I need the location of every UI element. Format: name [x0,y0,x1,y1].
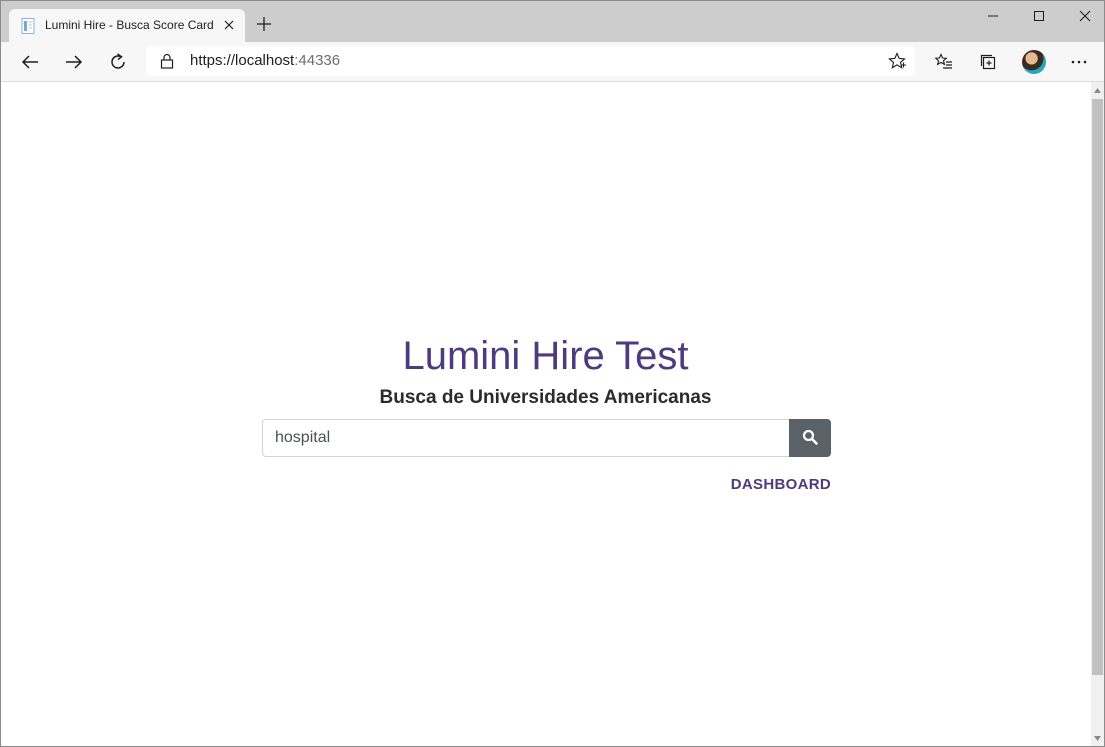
search-input[interactable] [262,419,790,457]
browser-tab[interactable]: Lumini Hire - Busca Score Card [9,9,245,42]
page-content: Lumini Hire Test Busca de Universidades … [1,82,1090,746]
url-port: :44336 [294,52,341,69]
page-title: Lumini Hire Test [402,334,689,378]
back-arrow-icon[interactable] [16,48,44,76]
plus-icon[interactable] [253,13,275,35]
maximize-icon[interactable] [1016,1,1062,31]
document-icon [21,18,35,34]
url-text[interactable]: https://localhost:44336 [190,52,340,69]
close-icon[interactable] [1062,1,1104,31]
dashboard-link[interactable]: DASHBOARD [727,476,831,493]
tab-strip: Lumini Hire - Busca Score Card [1,1,1104,42]
search-button[interactable] [789,419,831,457]
refresh-icon[interactable] [104,48,132,76]
star-icon[interactable] [887,51,907,71]
search-group [262,419,831,457]
favorites-icon[interactable] [930,48,958,76]
url-host: https://localhost [190,52,295,69]
browser-toolbar: https://localhost:44336 [1,42,1104,82]
browser-window: Lumini Hire - Busca Score Card https://l… [0,0,1105,747]
minimize-icon[interactable] [970,1,1016,31]
collections-icon[interactable] [974,48,1002,76]
avatar[interactable] [1022,50,1046,74]
address-bar[interactable]: https://localhost:44336 [146,46,915,76]
more-icon[interactable] [1065,48,1093,76]
scroll-up-arrow-icon[interactable] [1091,82,1104,98]
scrollbar-thumb[interactable] [1092,99,1103,675]
forward-arrow-icon[interactable] [60,48,88,76]
tab-title: Lumini Hire - Busca Score Card [45,18,214,32]
scroll-down-arrow-icon[interactable] [1091,730,1104,746]
lock-icon[interactable] [160,53,174,69]
close-icon[interactable] [221,17,237,33]
page-subtitle: Busca de Universidades Americanas [379,387,712,408]
page-scrollbar[interactable] [1091,82,1104,746]
search-icon [802,429,818,448]
